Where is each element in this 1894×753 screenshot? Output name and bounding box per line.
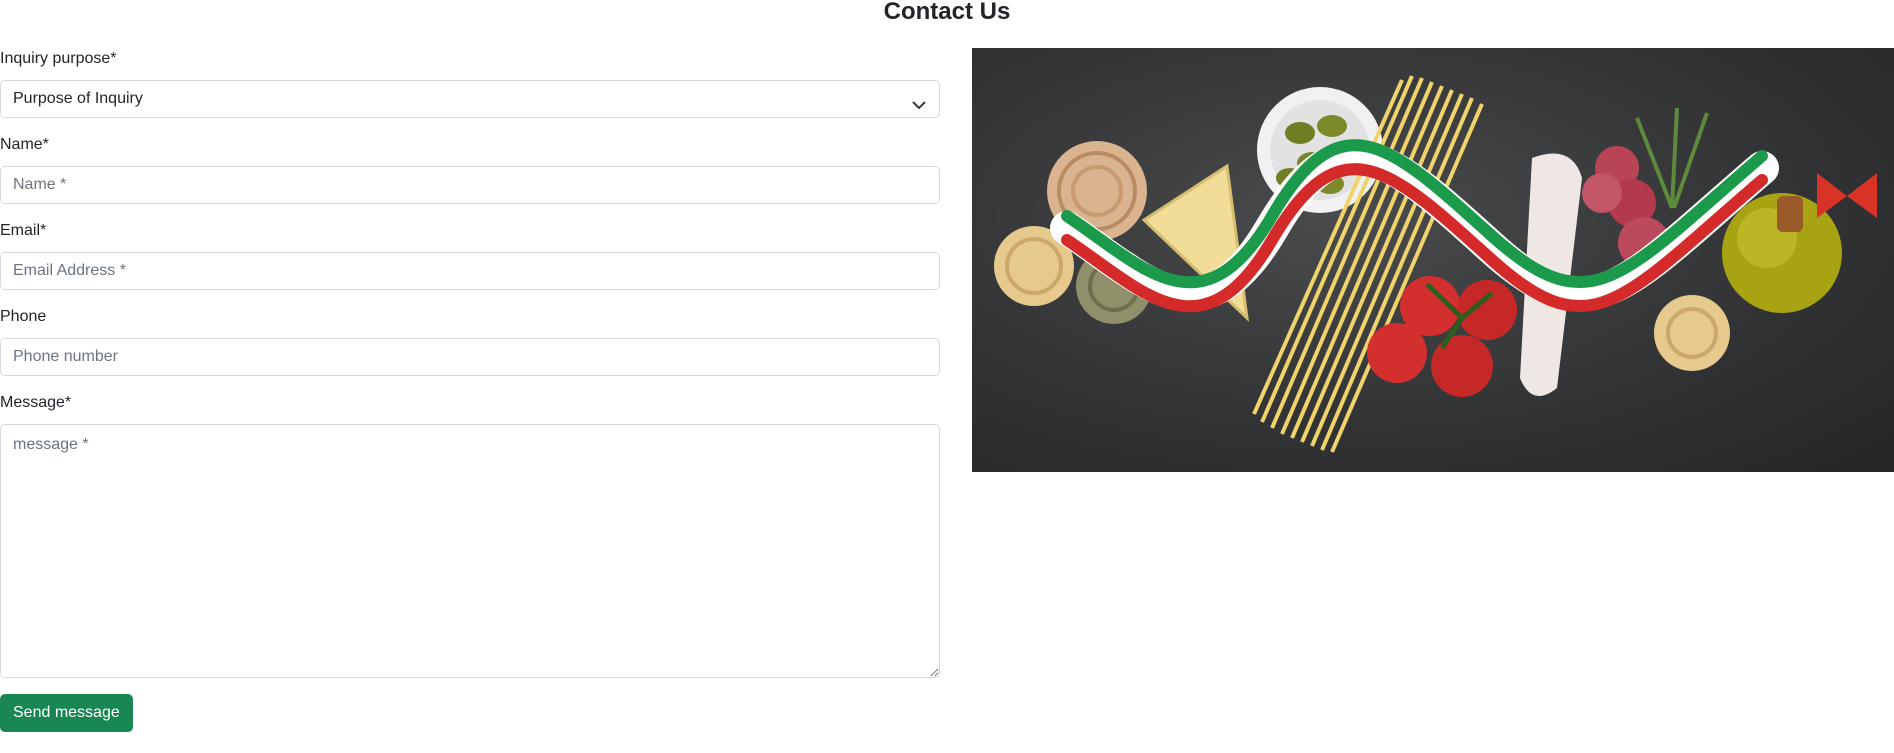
phone-field[interactable] xyxy=(0,338,940,376)
email-field[interactable] xyxy=(0,252,940,290)
send-message-button[interactable]: Send message xyxy=(0,694,133,732)
page-title: Contact Us xyxy=(883,0,1011,25)
inquiry-purpose-select[interactable]: Purpose of Inquiry xyxy=(0,80,940,118)
hero-image xyxy=(972,48,1894,472)
inquiry-purpose-selected-value: Purpose of Inquiry xyxy=(13,90,143,107)
chevron-down-icon xyxy=(911,91,927,109)
farfalle-graphic xyxy=(1817,173,1877,218)
message-textarea[interactable] xyxy=(0,424,940,678)
contact-page: Contact Us Inquiry purpose* Purpose of I… xyxy=(0,0,1894,753)
message-label: Message* xyxy=(0,394,72,411)
name-field[interactable] xyxy=(0,166,940,204)
email-label: Email* xyxy=(0,222,47,239)
inquiry-purpose-label: Inquiry purpose* xyxy=(0,50,117,67)
name-label: Name* xyxy=(0,136,49,153)
phone-label: Phone xyxy=(0,308,47,325)
hero-illustration xyxy=(994,75,1877,453)
